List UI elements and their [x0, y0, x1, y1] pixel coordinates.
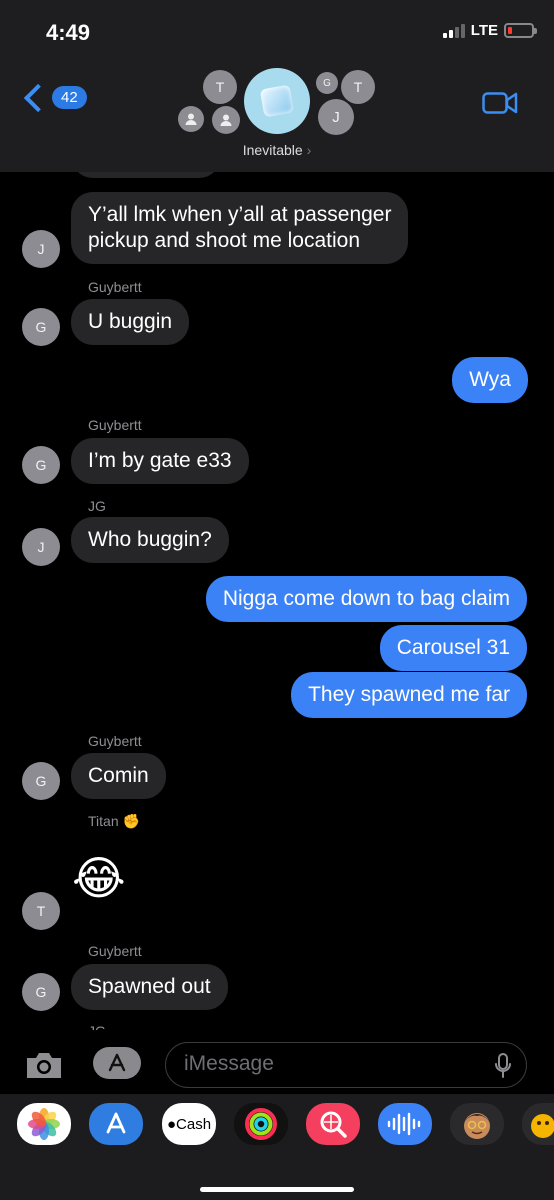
app-drawer: ●Cash	[0, 1094, 554, 1200]
camera-icon[interactable]	[24, 1050, 64, 1080]
participant-avatar: G	[316, 72, 338, 94]
message-bubble[interactable]: U buggin	[71, 299, 190, 345]
participant-avatar	[178, 106, 204, 132]
chevron-left-icon	[23, 83, 53, 112]
app-store-button[interactable]	[93, 1047, 141, 1079]
apple-cash-app[interactable]: ●Cash	[162, 1103, 216, 1145]
sender-avatar: G	[22, 308, 60, 346]
raised-fist-emoji: ✊	[122, 813, 140, 829]
participant-avatar: J	[318, 99, 354, 135]
battery-icon	[504, 23, 537, 38]
conversation-header: 4:49 LTE 42 T G T J Inevitable ›	[0, 0, 554, 172]
app-store-icon	[108, 1053, 126, 1072]
sender-avatar: J	[22, 230, 60, 268]
memoji-icon	[464, 1113, 490, 1139]
message-bubble[interactable]: They spawned me far	[291, 672, 527, 718]
image-search-app[interactable]	[306, 1103, 360, 1145]
app-store-app[interactable]	[89, 1103, 143, 1145]
person-icon	[185, 113, 197, 125]
video-call-icon[interactable]	[482, 91, 518, 115]
ice-cube-icon	[259, 84, 295, 118]
activity-icon	[245, 1108, 277, 1140]
status-indicators: LTE	[442, 22, 537, 39]
microphone-icon[interactable]	[494, 1053, 512, 1079]
search-images-icon	[320, 1111, 347, 1138]
chevron-right-icon: ›	[306, 142, 312, 158]
message-thread[interactable]: J Y’all lmk when y’all at passenger pick…	[0, 150, 554, 1030]
message-bubble[interactable]: Who buggin?	[71, 517, 229, 563]
apple-cash-label: Cash	[176, 1115, 212, 1133]
activity-app[interactable]	[234, 1103, 288, 1145]
app-store-icon	[106, 1112, 126, 1134]
photos-app[interactable]	[17, 1103, 71, 1145]
memoji-stickers-app[interactable]	[522, 1103, 554, 1145]
home-indicator[interactable]	[200, 1187, 354, 1192]
message-bubble[interactable]: Carousel 31	[379, 625, 527, 671]
sender-name: Guybertt	[88, 943, 142, 959]
message-composer	[0, 1032, 554, 1094]
photos-icon	[28, 1108, 60, 1140]
memoji-icon	[531, 1114, 554, 1138]
sender-name-label: Titan	[88, 813, 119, 829]
message-bubble[interactable]: Spawned out	[71, 964, 228, 1010]
audio-message-icon	[387, 1112, 421, 1136]
sender-name: Guybertt	[88, 417, 142, 433]
sender-avatar: J	[22, 528, 60, 566]
sender-name: JG	[88, 1023, 106, 1030]
message-bubble[interactable]: I’m by gate e33	[71, 438, 249, 484]
back-button[interactable]: 42	[20, 83, 87, 112]
message-line: Y’all lmk when y’all at passenger	[88, 203, 392, 226]
participant-avatar: T	[203, 70, 237, 104]
sender-avatar: T	[22, 892, 60, 930]
sender-avatar: G	[22, 446, 60, 484]
message-bubble[interactable]: Y’all lmk when y’all at passenger pickup…	[71, 192, 409, 264]
message-input[interactable]	[166, 1043, 466, 1085]
message-input-field[interactable]	[165, 1042, 527, 1088]
unread-count-badge: 42	[52, 86, 87, 109]
sender-name: JG	[88, 498, 106, 514]
network-label: LTE	[470, 22, 498, 39]
sender-avatar: G	[22, 973, 60, 1011]
emoji-message[interactable]: 😂	[72, 853, 126, 903]
message-bubble[interactable]: Comin	[71, 753, 166, 799]
sender-name: Titan ✊	[88, 813, 140, 830]
status-time: 4:49	[46, 20, 91, 45]
sender-name: Guybertt	[88, 279, 142, 295]
group-avatar[interactable]	[244, 68, 310, 134]
participant-avatar: T	[341, 70, 375, 104]
memoji-app[interactable]	[450, 1103, 504, 1145]
group-name-label: Inevitable	[242, 142, 303, 158]
sender-name: Guybertt	[88, 733, 142, 749]
apple-cash-icon: ●Cash	[166, 1115, 212, 1133]
signal-icon	[442, 23, 465, 38]
group-name[interactable]: Inevitable ›	[0, 142, 554, 158]
message-bubble[interactable]: Nigga come down to bag claim	[205, 576, 527, 622]
person-icon	[220, 114, 232, 126]
audio-message-app[interactable]	[378, 1103, 432, 1145]
message-bubble[interactable]: Wya	[452, 357, 528, 403]
message-line: pickup and shoot me location	[88, 229, 361, 252]
sender-avatar: G	[22, 762, 60, 800]
participant-avatar	[212, 106, 240, 134]
